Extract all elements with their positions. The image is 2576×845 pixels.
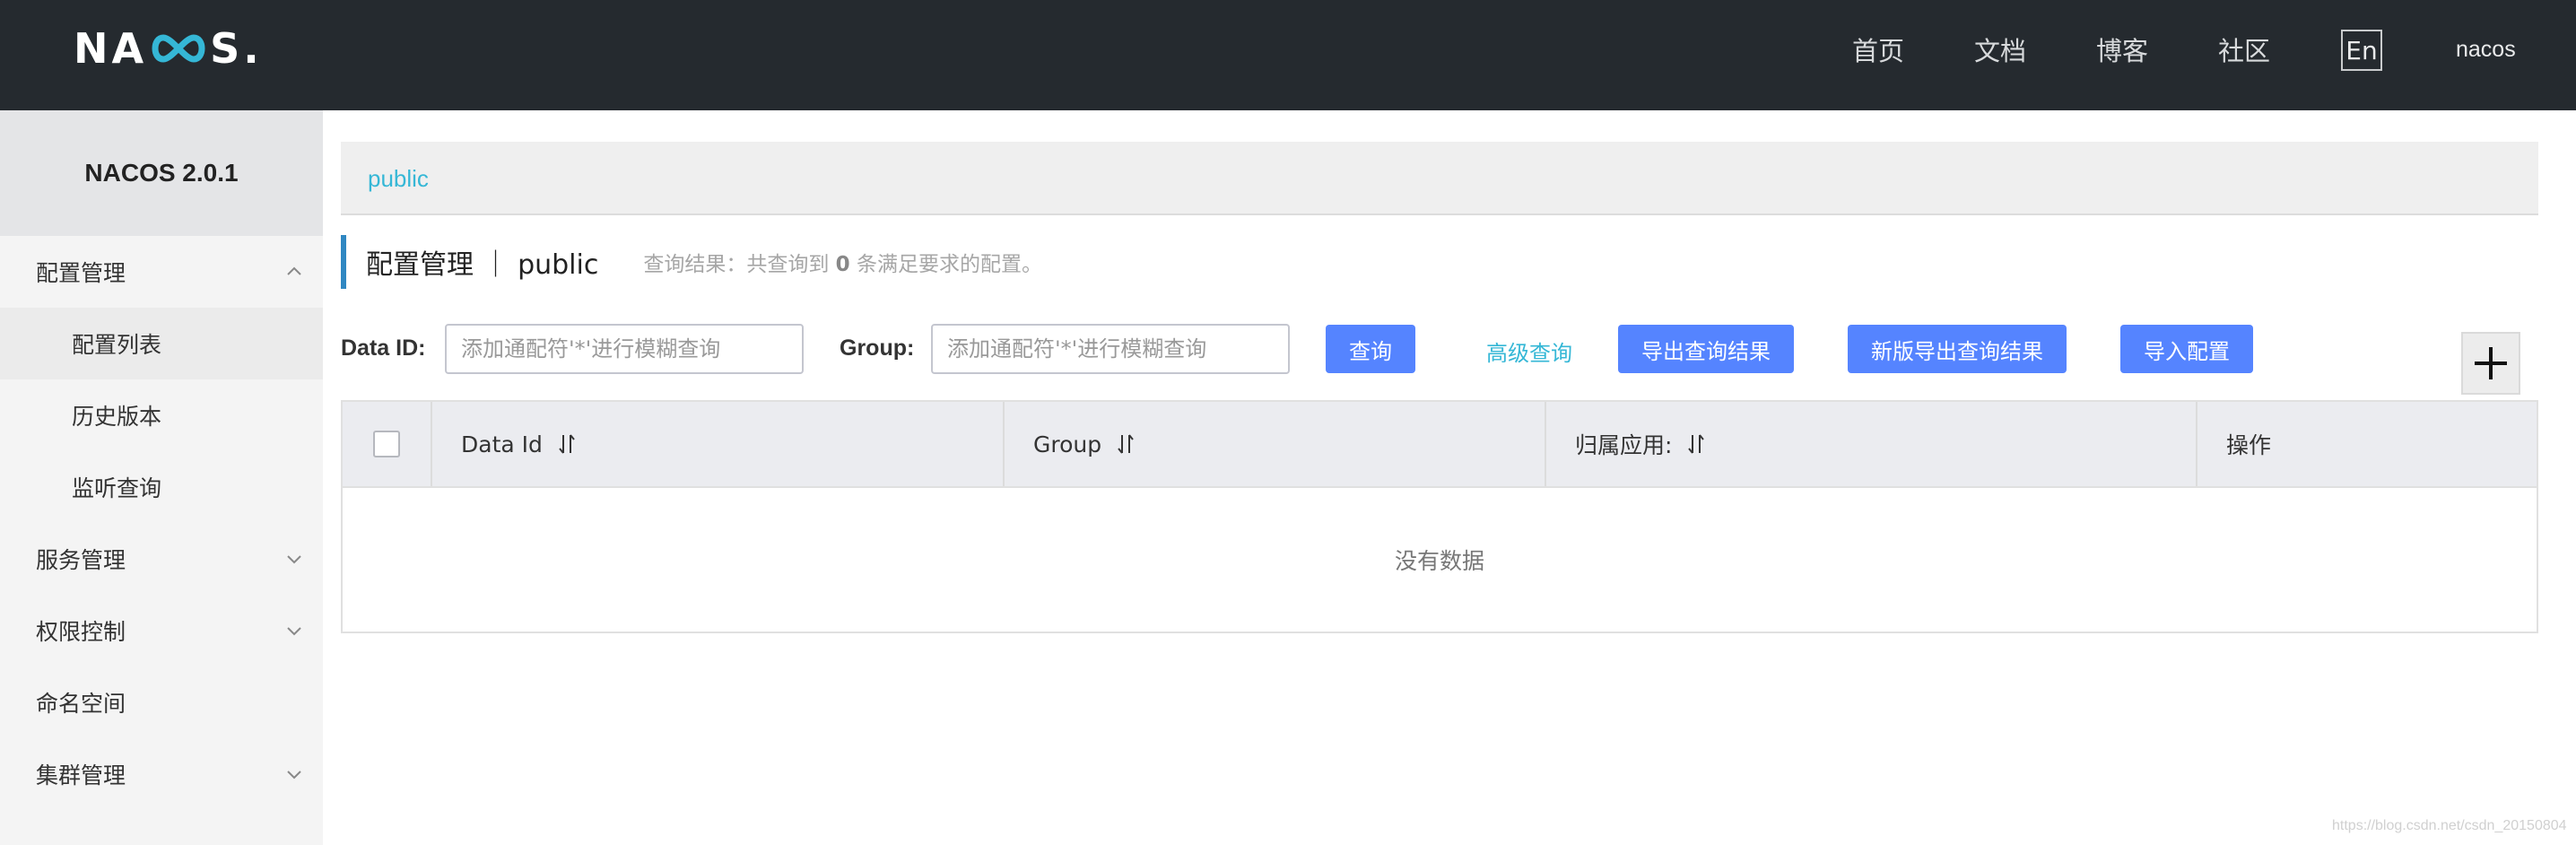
- empty-state-text: 没有数据: [1394, 548, 1484, 574]
- username[interactable]: nacos: [2456, 37, 2516, 63]
- logo-text-suffix: S.: [210, 24, 263, 73]
- page-title-bar: 配置管理 ｜ public 查询结果：共查询到 0 条满足要求的配置。: [341, 235, 1042, 289]
- sidebar-item-service-management[interactable]: 服务管理: [0, 523, 323, 595]
- group-input[interactable]: [931, 324, 1290, 374]
- sidebar-item-label: 监听查询: [72, 475, 162, 501]
- nav-home[interactable]: 首页: [1852, 30, 1904, 68]
- table-header: Data Id Group 归属应用: 操作: [343, 402, 2537, 488]
- column-actions: 操作: [2197, 402, 2537, 486]
- chevron-down-icon: [287, 627, 301, 636]
- namespace-bar: public: [341, 142, 2538, 215]
- plus-icon: [2475, 347, 2507, 379]
- column-data-id[interactable]: Data Id: [432, 402, 1005, 486]
- export-results-button[interactable]: 导出查询结果: [1618, 325, 1794, 373]
- column-label: Data Id: [461, 431, 543, 457]
- chevron-down-icon: [287, 555, 301, 564]
- add-config-button[interactable]: [2461, 332, 2520, 395]
- sidebar-item-label: 配置列表: [72, 332, 162, 358]
- sidebar-item-cluster-management[interactable]: 集群管理: [0, 738, 323, 810]
- language-toggle-button[interactable]: En: [2341, 30, 2382, 71]
- sort-icon[interactable]: [557, 431, 577, 457]
- nav-blog[interactable]: 博客: [2096, 30, 2148, 68]
- sort-icon[interactable]: [1116, 431, 1136, 457]
- logo-text-prefix: NA: [74, 24, 148, 73]
- result-count: 0: [835, 253, 850, 276]
- sidebar-item-history[interactable]: 历史版本: [0, 379, 323, 451]
- data-id-input[interactable]: [445, 324, 804, 374]
- select-all-checkbox[interactable]: [373, 431, 400, 457]
- result-suffix: 条满足要求的配置。: [856, 253, 1042, 276]
- query-result-summary: 查询结果：共查询到 0 条满足要求的配置。: [643, 247, 1042, 277]
- watermark: https://blog.csdn.net/csdn_20150804: [2332, 818, 2567, 833]
- group-label: Group:: [840, 335, 915, 361]
- sidebar-item-listener-query[interactable]: 监听查询: [0, 451, 323, 523]
- column-label: 操作: [2226, 432, 2272, 458]
- page-title: 配置管理 ｜ public: [366, 249, 599, 281]
- sidebar-item-config-list[interactable]: 配置列表: [0, 308, 323, 379]
- import-config-button[interactable]: 导入配置: [2120, 325, 2253, 373]
- config-table: Data Id Group 归属应用: 操作 没有数据: [341, 400, 2538, 633]
- data-id-label: Data ID:: [341, 335, 426, 361]
- chevron-up-icon: [287, 266, 301, 275]
- export-results-new-button[interactable]: 新版导出查询结果: [1848, 325, 2067, 373]
- chevron-down-icon: [287, 771, 301, 780]
- sidebar-item-label: 权限控制: [36, 619, 126, 645]
- sidebar-item-label: 服务管理: [36, 547, 126, 573]
- namespace-public-link[interactable]: public: [368, 165, 429, 193]
- header-select-cell: [343, 402, 432, 486]
- column-group[interactable]: Group: [1005, 402, 1546, 486]
- nav-community[interactable]: 社区: [2218, 30, 2270, 68]
- advanced-query-link[interactable]: 高级查询: [1486, 335, 1572, 367]
- sidebar-item-label: 配置管理: [36, 260, 126, 286]
- sidebar-item-config-management[interactable]: 配置管理: [0, 236, 323, 308]
- nacos-logo[interactable]: NA S.: [74, 24, 263, 73]
- sidebar-item-namespace[interactable]: 命名空间: [0, 666, 323, 738]
- nav-docs[interactable]: 文档: [1974, 30, 2026, 68]
- top-navbar: NA S. 首页 文档 博客 社区 En nacos: [0, 0, 2576, 110]
- version-label: NACOS 2.0.1: [0, 110, 323, 236]
- column-label: Group: [1033, 431, 1102, 457]
- sidebar-item-label: 集群管理: [36, 762, 126, 788]
- logo-infinity-icon: [152, 34, 205, 63]
- sidebar-item-label: 历史版本: [72, 404, 162, 430]
- sidebar-item-access-control[interactable]: 权限控制: [0, 595, 323, 666]
- sidebar: NACOS 2.0.1 配置管理 配置列表 历史版本 监听查询 服务管理 权限控…: [0, 110, 323, 845]
- column-label: 归属应用:: [1575, 432, 1673, 458]
- query-button[interactable]: 查询: [1326, 325, 1415, 373]
- sort-icon[interactable]: [1686, 431, 1706, 457]
- column-app[interactable]: 归属应用:: [1546, 402, 2197, 486]
- result-prefix: 查询结果：共查询到: [643, 253, 830, 276]
- sidebar-item-label: 命名空间: [36, 691, 126, 717]
